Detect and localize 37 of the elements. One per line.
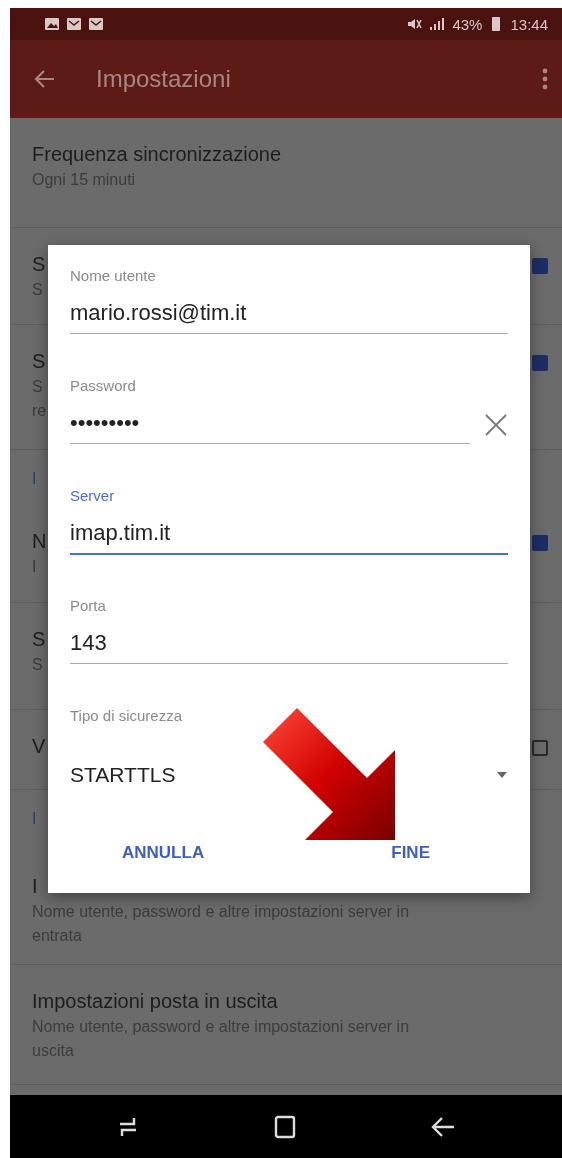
mute-icon [406, 16, 423, 32]
item-title: S [32, 627, 46, 652]
mail-icon [88, 16, 104, 32]
home-icon[interactable] [273, 1113, 297, 1140]
field-label: Nome utente [70, 266, 157, 286]
item-title: I [32, 874, 38, 899]
section-header: I [32, 810, 37, 827]
app-title: Impostazioni [96, 65, 232, 93]
input-field[interactable]: imap.tim.it [70, 515, 508, 555]
more-options-icon[interactable] [542, 68, 548, 90]
battery-percent: 43% [452, 15, 483, 33]
input-field[interactable]: 143 [70, 625, 508, 664]
section-header: I [32, 470, 37, 487]
field-label: Porta [70, 596, 107, 616]
item-title: S [32, 252, 46, 277]
checkbox[interactable] [532, 535, 548, 551]
password-field[interactable]: ••••••••• [70, 405, 470, 444]
mail-icon [66, 16, 82, 32]
security-dropdown[interactable]: STARTTLS [70, 735, 508, 815]
clear-icon[interactable] [484, 412, 508, 437]
back-icon[interactable] [429, 1114, 456, 1139]
item-title: Frequenza sincronizzazione [32, 142, 282, 167]
field-label: Server [70, 486, 116, 506]
item-title: V [32, 734, 46, 759]
field-label: Password [70, 376, 137, 396]
clock-time: 13:44 [510, 15, 548, 33]
checkbox[interactable] [532, 740, 548, 756]
image-icon [44, 16, 60, 32]
item-title: S [32, 349, 46, 374]
caret-icon [496, 771, 508, 779]
item-title: Impostazioni posta in uscita [32, 989, 278, 1014]
item-title: N [32, 529, 47, 554]
checkbox[interactable] [532, 355, 548, 371]
input-field[interactable]: mario.rossi@tim.it [70, 295, 508, 334]
field-label: Tipo di sicurezza [70, 706, 183, 726]
signal-icon [428, 16, 447, 32]
checkbox[interactable] [532, 258, 548, 274]
